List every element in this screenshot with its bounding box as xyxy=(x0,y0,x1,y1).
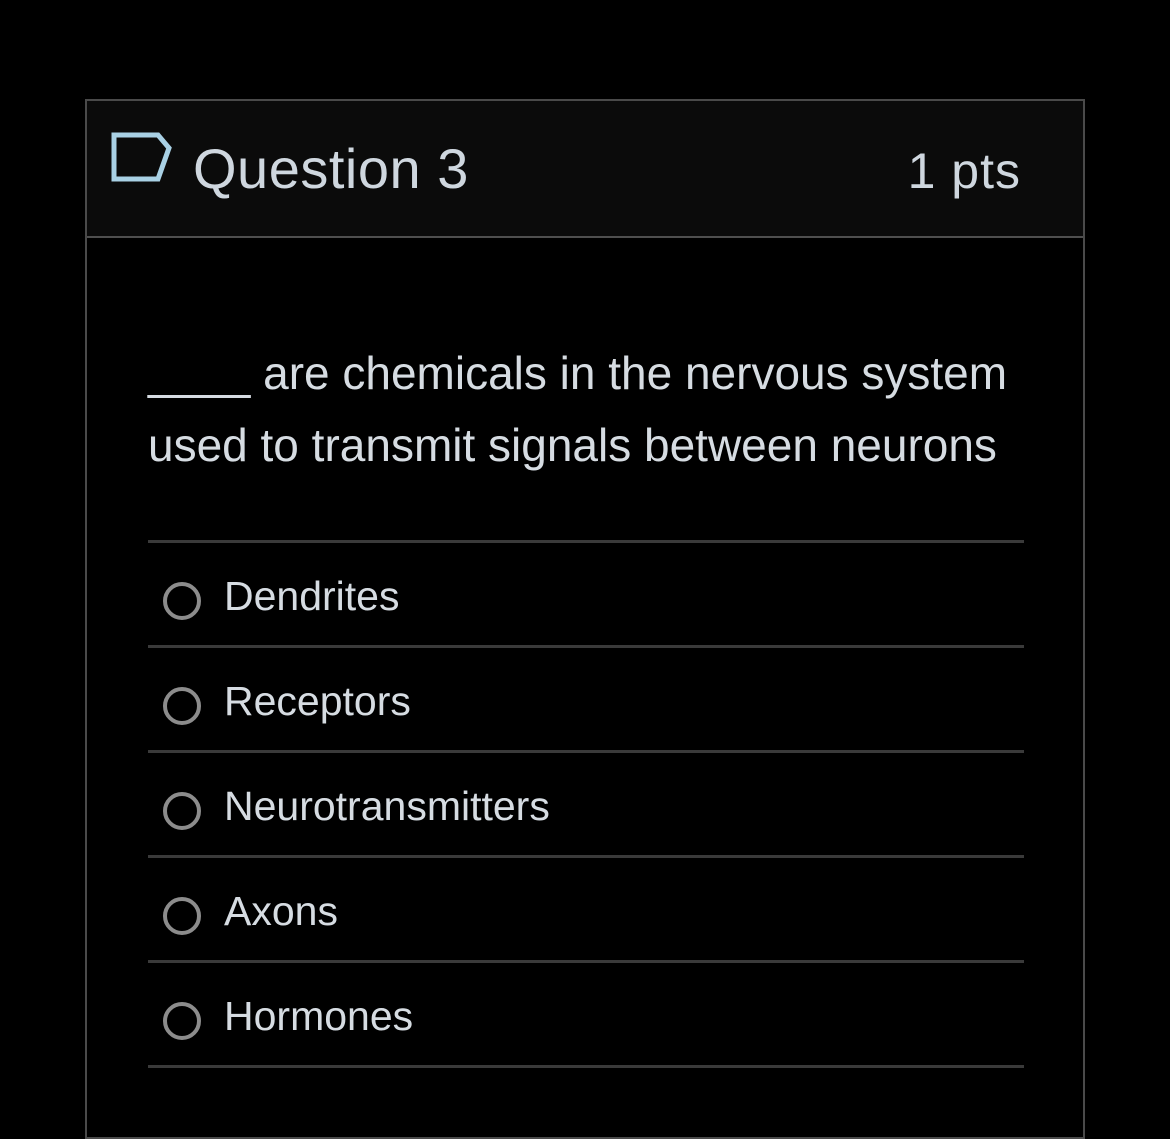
answer-option-neurotransmitters[interactable]: Neurotransmitters xyxy=(148,753,1024,858)
question-header: Question 3 1 pts xyxy=(87,101,1083,238)
question-title: Question 3 xyxy=(193,137,469,200)
answer-label: Receptors xyxy=(224,678,411,724)
answer-option-hormones[interactable]: Hormones xyxy=(148,963,1024,1068)
question-text-line-2: used to transmit signals between neurons xyxy=(148,419,997,471)
flag-bookmark-icon[interactable] xyxy=(111,132,173,182)
answer-list: Dendrites Receptors Neurotransmitters Ax… xyxy=(148,540,1024,1068)
answer-label: Axons xyxy=(224,888,338,934)
radio-button[interactable] xyxy=(163,582,201,620)
answer-option-axons[interactable]: Axons xyxy=(148,858,1024,963)
question-text: ____ are chemicals in the nervous system… xyxy=(148,337,1028,481)
radio-button[interactable] xyxy=(163,792,201,830)
question-card: Question 3 1 pts ____ are chemicals in t… xyxy=(85,99,1085,1139)
answer-label: Hormones xyxy=(224,993,414,1039)
answer-label: Dendrites xyxy=(224,573,400,619)
radio-button[interactable] xyxy=(163,897,201,935)
answer-option-receptors[interactable]: Receptors xyxy=(148,648,1024,753)
question-points: 1 pts xyxy=(907,143,1021,199)
radio-button[interactable] xyxy=(163,1002,201,1040)
radio-button[interactable] xyxy=(163,687,201,725)
answer-label: Neurotransmitters xyxy=(224,783,550,829)
answer-option-dendrites[interactable]: Dendrites xyxy=(148,543,1024,648)
question-text-line-1: ____ are chemicals in the nervous system xyxy=(148,347,1008,399)
